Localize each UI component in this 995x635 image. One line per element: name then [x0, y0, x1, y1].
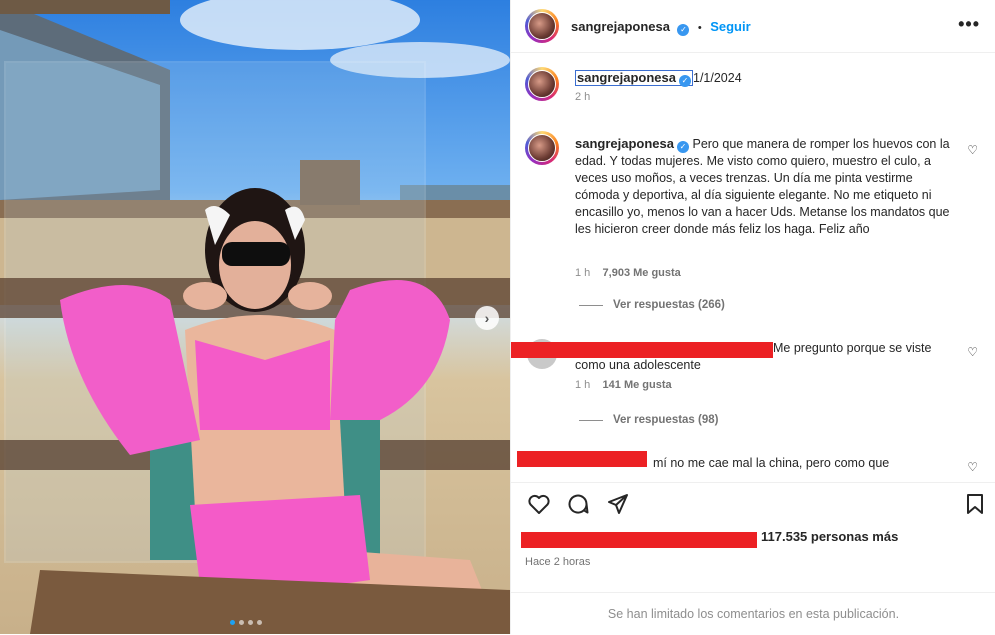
view-replies-button[interactable]: Ver respuestas (98): [579, 414, 718, 426]
carousel-dot: [248, 620, 253, 625]
avatar[interactable]: [525, 67, 559, 101]
comments-list[interactable]: sangrejaponesa ✓ 1/1/2024 2 h sangrejapone…: [511, 53, 995, 481]
post-side-panel: sangrejaponesa ✓ • Seguir ••• sangrejapo…: [510, 0, 995, 634]
header-user: sangrejaponesa ✓ • Seguir: [571, 18, 751, 36]
follow-button[interactable]: Seguir: [710, 19, 750, 34]
post-actions-bar: [511, 482, 995, 523]
comments-limited-notice: Se han limitado los comentarios en esta …: [511, 592, 995, 635]
post-header: sangrejaponesa ✓ • Seguir •••: [511, 0, 995, 53]
caption-body: Pero que manera de romper los huevos con…: [575, 137, 950, 236]
carousel-dot: [257, 620, 262, 625]
date-username-box: sangrejaponesa ✓: [575, 70, 693, 87]
avatar[interactable]: [525, 9, 559, 43]
photo-illustration: [0, 0, 510, 634]
username-link[interactable]: sangrejaponesa: [575, 136, 674, 151]
like-comment-heart-icon[interactable]: ♡: [967, 143, 978, 157]
caption-row: sangrejaponesa ✓ Pero que manera de rompe…: [525, 131, 980, 301]
next-image-button[interactable]: ›: [475, 306, 499, 330]
comment-row: Me pregunto porque se viste como una ado…: [511, 337, 980, 397]
view-replies-label: Ver respuestas (266): [613, 299, 725, 311]
share-paper-plane-icon[interactable]: [606, 492, 630, 516]
comment-likes[interactable]: 141 Me gusta: [603, 379, 672, 391]
more-options-icon[interactable]: •••: [958, 14, 980, 35]
redaction-bar: [517, 451, 647, 467]
save-bookmark-icon[interactable]: [963, 492, 987, 516]
like-comment-heart-icon[interactable]: ♡: [967, 345, 978, 359]
comment-bubble-icon[interactable]: [566, 492, 590, 516]
caption-meta: 1 h 7,903 Me gusta: [575, 267, 681, 279]
instagram-post-view: › sangrejaponesa ✓ • Seguir ••• sangreja…: [0, 0, 995, 634]
username-link[interactable]: sangrejaponesa: [577, 70, 676, 85]
comment-meta: 1 h 141 Me gusta: [575, 379, 672, 391]
caption-date-text: sangrejaponesa ✓ 1/1/2024: [575, 69, 952, 87]
comment-time: 1 h: [575, 379, 591, 391]
verified-badge-icon: ✓: [679, 75, 691, 87]
verified-badge-icon: ✓: [677, 141, 689, 153]
replies-line: [579, 419, 603, 421]
likes-summary[interactable]: 117.535 personas más: [761, 529, 898, 544]
username-link[interactable]: sangrejaponesa: [571, 19, 670, 34]
caption-text: sangrejaponesa ✓ Pero que manera de rompe…: [575, 135, 952, 238]
caption-date-row: sangrejaponesa ✓ 1/1/2024 2 h: [525, 67, 980, 117]
redaction-bar: [521, 532, 757, 548]
comment-text: mí no me cae mal la china, pero como que: [653, 456, 890, 470]
post-photo[interactable]: ›: [0, 0, 510, 634]
view-replies-button[interactable]: Ver respuestas (266): [579, 299, 725, 311]
post-timestamp: Hace 2 horas: [525, 556, 591, 568]
caption-time: 1 h: [575, 267, 591, 279]
replies-line: [579, 304, 603, 306]
post-date: 1/1/2024: [693, 71, 742, 85]
carousel-dot: [239, 620, 244, 625]
like-comment-heart-icon[interactable]: ♡: [967, 460, 978, 474]
avatar[interactable]: [525, 131, 559, 165]
carousel-dot-active: [230, 620, 235, 625]
caption-date-time: 2 h: [575, 91, 591, 103]
like-heart-icon[interactable]: [527, 492, 551, 516]
carousel-dots: [230, 620, 262, 625]
verified-badge-icon: ✓: [677, 24, 690, 36]
comment-text: Me pregunto porque se viste como una ado…: [575, 341, 932, 372]
view-replies-label: Ver respuestas (98): [613, 414, 719, 426]
comment-row: mí no me cae mal la china, pero como que…: [517, 451, 980, 481]
separator-dot: •: [697, 22, 702, 34]
caption-likes[interactable]: 7,903 Me gusta: [603, 267, 681, 279]
